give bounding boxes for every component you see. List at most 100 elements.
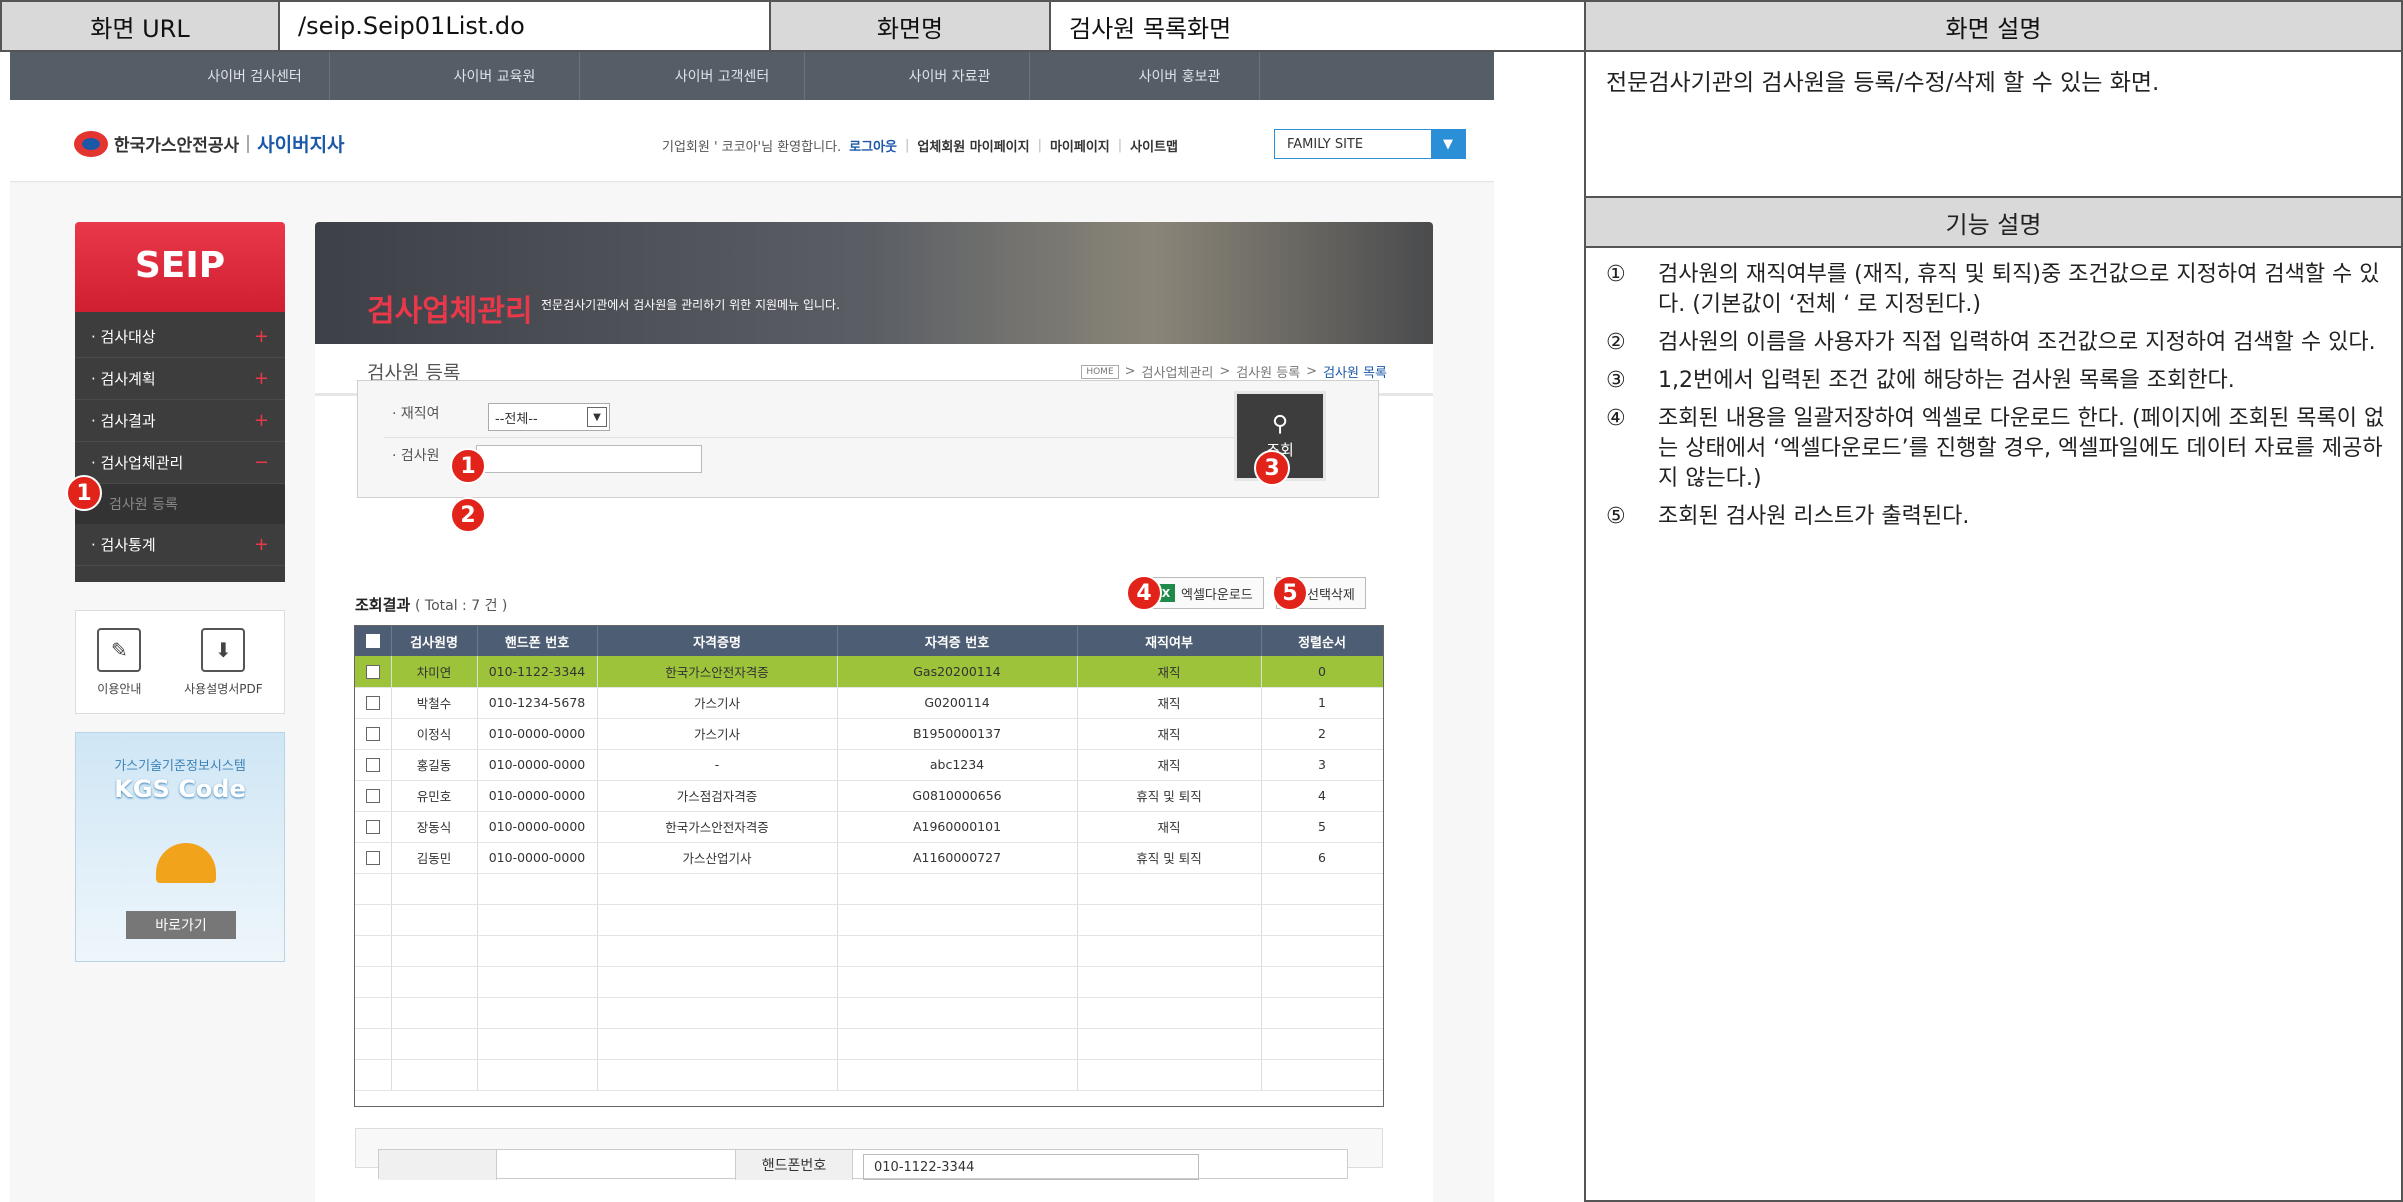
cell-license: 가스점검자격증 (597, 780, 838, 812)
family-site-select[interactable]: FAMILY SITE ▼ (1274, 129, 1466, 159)
annotation-badge: 2 (450, 497, 486, 533)
function-list: ① 검사원의 재직여부를 (재직, 휴직 및 퇴직)중 조건값으로 지정하여 검색… (1602, 260, 2392, 540)
annotation-badge: 1 (66, 475, 102, 511)
cell-license: 가스기사 (597, 687, 838, 719)
col-license-no[interactable]: 자격증 번호 (837, 626, 1078, 656)
banner-desc: 전문검사기관에서 검사원을 관리하기 위한 지원메뉴 입니다. (541, 298, 840, 312)
inspector-name-label: · 검사원 (392, 448, 440, 464)
topnav-item[interactable]: 사이버 홍보관 (1100, 52, 1260, 100)
cell-license-no: A1160000727 (837, 842, 1078, 874)
annotation-badge: 5 (1272, 575, 1308, 611)
topnav-item[interactable]: 사이버 교육원 (410, 52, 580, 100)
search-panel: · 재직여 --전체-- ▼ · 검사원 ⚲ 조회 (357, 380, 1379, 498)
guide-button[interactable]: ✎ 이용안내 (97, 627, 142, 697)
home-icon[interactable]: HOME (1081, 364, 1119, 379)
cell-sort-order: 3 (1261, 749, 1383, 781)
function-item: ⑤ 조회된 검사원 리스트가 출력된다. (1606, 504, 1970, 529)
cell-license-no: Gas20200114 (837, 656, 1078, 688)
cell-name: 이정식 (391, 718, 478, 750)
cell-phone: 010-1234-5678 (477, 687, 598, 719)
page-root: 화면 URL /seip.Seip01List.do 화면명 검사원 목록화면 … (0, 0, 2403, 1202)
result-summary: 조회결과 ( Total : 7 건 ) (355, 596, 508, 614)
plus-icon: + (253, 410, 269, 431)
corp-mypage-link[interactable]: 업체회원 마이페이지 (917, 136, 1029, 155)
cell-sort-order: 1 (1261, 687, 1383, 719)
top-nav: 사이버 검사센터 사이버 교육원 사이버 고객센터 사이버 자료관 사이버 홍보… (10, 52, 1494, 100)
col-license[interactable]: 자격증명 (597, 626, 838, 656)
screen-description: 전문검사기관의 검사원을 등록/수정/삭제 할 수 있는 화면. (1606, 70, 2160, 96)
inspector-name-input[interactable] (476, 445, 702, 473)
cell-sort-order: 6 (1261, 842, 1383, 874)
sidebar-item[interactable]: · 검사계획 + (75, 358, 285, 400)
cell-license-no: B1950000137 (837, 718, 1078, 750)
topnav-item[interactable]: 사이버 고객센터 (640, 52, 805, 100)
table-row[interactable]: 차미연 010-1122-3344 한국가스안전자격증 Gas20200114 재직 0 (355, 656, 1383, 688)
screen-desc-label: 화면 설명 (1584, 0, 2403, 52)
topnav-item[interactable]: 사이버 자료관 (870, 52, 1030, 100)
function-item: ① 검사원의 재직여부를 (재직, 휴직 및 퇴직)중 조건값으로 지정하여 검색… (1606, 262, 2380, 317)
sitemap-link[interactable]: 사이트맵 (1130, 136, 1178, 155)
annotation-badge: 3 (1254, 450, 1290, 486)
cell-employ-status: 재직 (1077, 811, 1262, 843)
cell-license-no: abc1234 (837, 749, 1078, 781)
row-checkbox[interactable] (355, 656, 392, 688)
cell-license: - (597, 749, 838, 781)
employ-status-label: · 재직여 (392, 406, 440, 422)
logout-link[interactable]: 로그아웃 (849, 136, 897, 155)
plus-icon: + (253, 368, 269, 389)
cell-name: 김동민 (391, 842, 478, 874)
manual-pdf-button[interactable]: ⬇ 사용설명서PDF (184, 627, 263, 697)
function-item: ④ 조회된 내용을 일괄저장하여 엑셀로 다운로드 한다. (페이지에 조회된 목… (1606, 406, 2385, 491)
sidebar-item[interactable]: · 검사결과 + (75, 400, 285, 442)
sidebar-subitem-inspector-register[interactable]: 검사원 등록 (75, 484, 285, 524)
kgs-code-banner: 가스기술기준정보시스템 KGS Code 바로가기 (75, 732, 285, 962)
row-checkbox[interactable] (355, 687, 392, 719)
table-row[interactable]: 홍길동 010-0000-0000- abc1234 재직 3 (355, 749, 1383, 781)
employ-status-select[interactable]: --전체-- ▼ (488, 403, 610, 431)
chevron-down-icon: ▼ (1431, 130, 1465, 158)
row-checkbox[interactable] (355, 718, 392, 750)
utility-links: 기업회원 ' 코코아'님 환영합니다. 로그아웃 | 업체회원 마이페이지 | … (662, 136, 1179, 155)
plus-icon: + (253, 326, 269, 347)
table-row-empty (355, 904, 1383, 936)
table-row[interactable]: 장동식 010-0000-0000 한국가스안전자격증 A1960000101 재직 5 (355, 811, 1383, 843)
cell-sort-order: 0 (1261, 656, 1383, 688)
row-checkbox[interactable] (355, 749, 392, 781)
mypage-link[interactable]: 마이페이지 (1050, 136, 1110, 155)
banner-title: 검사업체관리 (367, 294, 533, 329)
table-row[interactable]: 김동민 010-0000-0000 가스산업기사 A1160000727 휴직 및 퇴직… (355, 842, 1383, 874)
table-row-empty (355, 935, 1383, 967)
sidebar-item[interactable]: · 검사업체관리 − (75, 442, 285, 484)
table-row[interactable]: 박철수 010-1234-5678 가스기사 G0200114 재직 1 (355, 687, 1383, 719)
cell-employ-status: 재직 (1077, 718, 1262, 750)
inspector-table: 검사원명 핸드폰 번호 자격증명 자격증 번호 재직여부 정렬순서 차미연 010… (354, 625, 1384, 1107)
table-row[interactable]: 유민호 010-0000-0000 가스점검자격증 G0810000656 휴직 및 퇴… (355, 780, 1383, 812)
select-all-checkbox[interactable] (355, 626, 392, 656)
cell-license: 한국가스안전자격증 (597, 811, 838, 843)
sidebar-item[interactable]: · 검사통계 + (75, 524, 285, 566)
cell-employ-status: 재직 (1077, 687, 1262, 719)
col-sort-order[interactable]: 정렬순서 (1261, 626, 1383, 656)
kgs-logo-icon (74, 130, 108, 157)
monitor-download-icon: ⬇ (201, 627, 246, 672)
sidebar-item[interactable]: · 검사대상 + (75, 316, 285, 358)
col-name[interactable]: 검사원명 (391, 626, 478, 656)
annotation-badge: 1 (450, 448, 486, 484)
cell-phone: 010-1122-3344 (477, 656, 598, 688)
topnav-item[interactable]: 사이버 검사센터 (180, 52, 330, 100)
col-phone[interactable]: 핸드폰 번호 (477, 626, 598, 656)
chevron-down-icon: ▼ (587, 407, 607, 427)
site-logo[interactable]: 한국가스안전공사 사이버지사 (74, 130, 345, 157)
cell-sort-order: 2 (1261, 718, 1383, 750)
kgs-go-button[interactable]: 바로가기 (126, 911, 236, 939)
row-checkbox[interactable] (355, 842, 392, 874)
col-employ-status[interactable]: 재직여부 (1077, 626, 1262, 656)
guide-icon: ✎ (97, 627, 142, 672)
row-checkbox[interactable] (355, 811, 392, 843)
phone-field[interactable]: 010-1122-3344 (863, 1154, 1199, 1180)
sidebar: SEIP · 검사대상 + · 검사계획 + · 검사결과 + · 검사업체관리 − 검… (75, 222, 285, 962)
search-icon: ⚲ (1271, 412, 1289, 437)
row-checkbox[interactable] (355, 780, 392, 812)
excel-download-button[interactable]: X 엑셀다운로드 (1150, 577, 1264, 609)
table-row[interactable]: 이정식 010-0000-0000 가스기사 B1950000137 재직 2 (355, 718, 1383, 750)
